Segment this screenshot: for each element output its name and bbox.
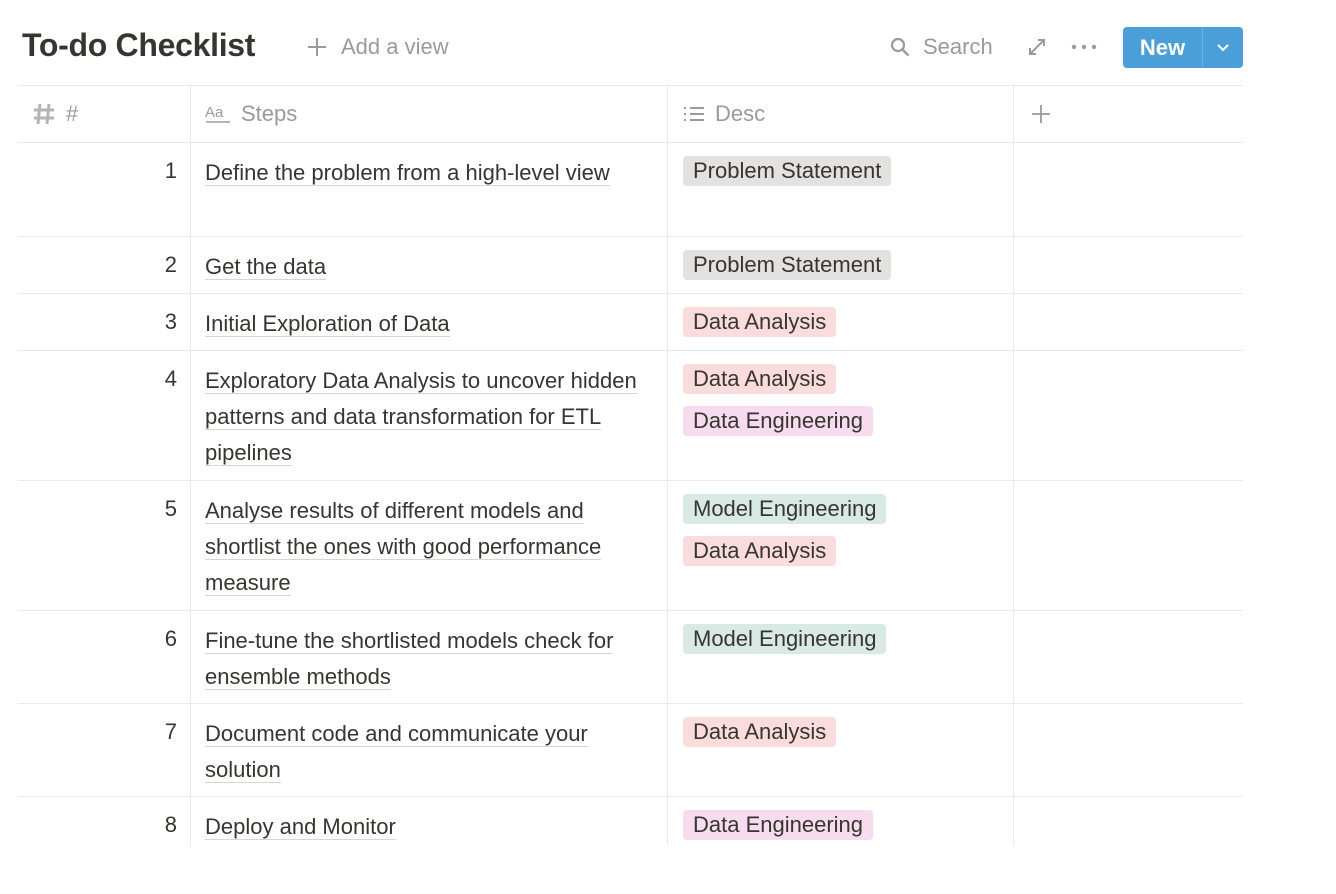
tag-problem-statement: Problem Statement [683, 156, 892, 186]
desc-tags[interactable]: Data Analysis [683, 717, 837, 759]
svg-text:Aa: Aa [205, 104, 224, 121]
column-header-desc[interactable]: Desc [683, 86, 1013, 142]
row-number: 2 [164, 252, 177, 277]
plus-icon [1031, 104, 1051, 124]
desc-tags[interactable]: Data Analysis [683, 307, 837, 349]
step-title[interactable]: Analyse results of different models and … [205, 493, 655, 601]
new-button[interactable]: New [1123, 27, 1202, 68]
search-icon [890, 37, 910, 57]
column-label: Desc [715, 101, 766, 126]
desc-tags[interactable]: Data Analysis Data Engineering [683, 364, 874, 448]
search-label: Search [923, 34, 993, 59]
step-title[interactable]: Exploratory Data Analysis to uncover hid… [205, 363, 655, 471]
table-row[interactable]: 3 Initial Exploration of Data Data Analy… [18, 294, 1243, 351]
row-number: 8 [164, 812, 177, 837]
add-property-button[interactable] [1031, 86, 1071, 142]
more-options-icon[interactable] [1070, 36, 1098, 58]
table-row[interactable]: 5 Analyse results of different models an… [18, 481, 1243, 611]
tag-data-analysis: Data Analysis [683, 307, 837, 337]
table-row[interactable]: 2 Get the data Problem Statement [18, 237, 1243, 294]
row-number: 6 [164, 626, 177, 651]
step-title[interactable]: Document code and communicate your solut… [205, 716, 655, 788]
tag-data-analysis: Data Analysis [683, 536, 837, 566]
desc-tags[interactable]: Problem Statement [683, 250, 892, 292]
table-header-row: # Aa Steps Desc [18, 85, 1243, 143]
desc-tags[interactable]: Model Engineering Data Analysis [683, 494, 887, 578]
new-dropdown-button[interactable] [1203, 27, 1243, 68]
tag-data-engineering: Data Engineering [683, 406, 874, 436]
expand-icon[interactable] [1026, 36, 1048, 58]
number-icon [32, 102, 56, 126]
tag-data-analysis: Data Analysis [683, 717, 837, 747]
column-header-number[interactable]: # [32, 86, 192, 142]
table-row[interactable]: 6 Fine-tune the shortlisted models check… [18, 611, 1243, 704]
row-number: 5 [164, 496, 177, 521]
column-label: Steps [241, 101, 298, 126]
row-number: 7 [164, 719, 177, 744]
row-number: 4 [164, 366, 177, 391]
column-label: # [66, 101, 79, 126]
tag-model-engineering: Model Engineering [683, 624, 887, 654]
desc-tags[interactable]: Model Engineering [683, 624, 887, 666]
tag-data-analysis: Data Analysis [683, 364, 837, 394]
table-row[interactable]: 1 Define the problem from a high-level v… [18, 143, 1243, 237]
tag-data-engineering: Data Engineering [683, 810, 874, 840]
row-number: 1 [164, 158, 177, 183]
tag-model-engineering: Model Engineering [683, 494, 887, 524]
database-table: # Aa Steps Desc 1 Define the problem fro… [18, 85, 1243, 846]
chevron-down-icon [1215, 42, 1231, 54]
desc-tags[interactable]: Data Engineering [683, 810, 874, 846]
step-title[interactable]: Get the data [205, 249, 655, 285]
database-header: To-do Checklist Add a view Search New [22, 26, 1243, 70]
new-button-group: New [1123, 27, 1243, 68]
row-number: 3 [164, 309, 177, 334]
text-property-icon: Aa [205, 102, 231, 126]
multi-select-icon [683, 104, 705, 124]
table-row[interactable]: 8 Deploy and Monitor Data Engineering [18, 797, 1243, 846]
step-title[interactable]: Deploy and Monitor [205, 809, 655, 845]
add-view-label: Add a view [341, 34, 449, 59]
tag-problem-statement: Problem Statement [683, 250, 892, 280]
step-title[interactable]: Initial Exploration of Data [205, 306, 655, 342]
column-header-steps[interactable]: Aa Steps [205, 86, 675, 142]
table-row[interactable]: 4 Exploratory Data Analysis to uncover h… [18, 351, 1243, 481]
step-title[interactable]: Fine-tune the shortlisted models check f… [205, 623, 655, 695]
add-view-button[interactable]: Add a view [306, 34, 449, 60]
plus-icon [306, 36, 328, 58]
table-row[interactable]: 7 Document code and communicate your sol… [18, 704, 1243, 797]
search-button[interactable]: Search [890, 34, 993, 60]
step-title[interactable]: Define the problem from a high-level vie… [205, 155, 655, 191]
desc-tags[interactable]: Problem Statement [683, 156, 892, 198]
page-title: To-do Checklist [22, 27, 256, 63]
